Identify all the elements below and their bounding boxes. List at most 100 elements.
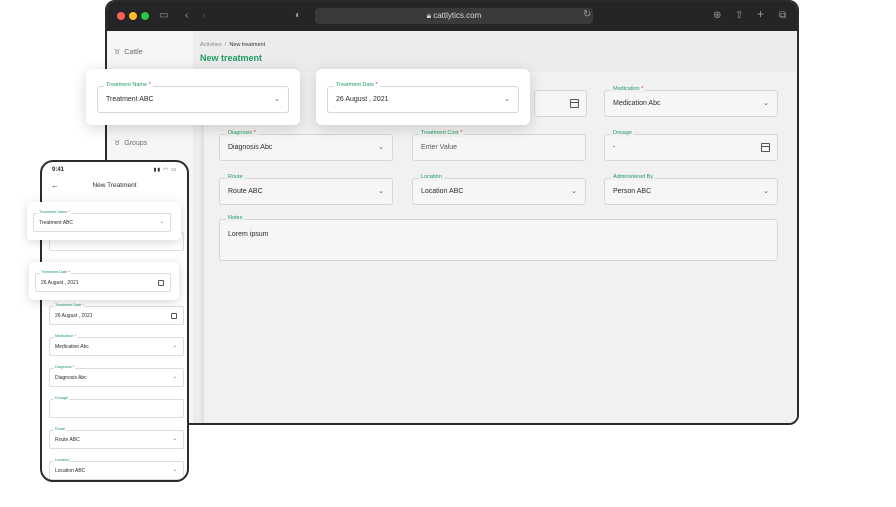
shield-icon[interactable]: ◐ xyxy=(295,10,301,22)
required-marker: * xyxy=(460,130,463,136)
field-label: Treatment Date xyxy=(55,303,82,307)
required-marker: * xyxy=(641,86,644,92)
field-value: Lorem ipsum xyxy=(228,231,269,238)
address-bar[interactable]: 🔒︎ cattlytics.com xyxy=(315,8,593,24)
field-value: Medication Abc xyxy=(55,344,89,350)
treatment-date-select[interactable]: Treatment Date * 26 August , 2021 ⌄ xyxy=(327,82,519,113)
treatment-name-select[interactable]: Treatment Name * Treatment ABC ⌄ xyxy=(97,82,289,113)
required-marker: * xyxy=(74,334,76,338)
sidebar-item-groups[interactable]: ♉︎ Groups xyxy=(114,139,148,148)
tab-overview-icon[interactable]: ⧉ xyxy=(779,10,786,22)
chevron-down-icon: ⌄ xyxy=(763,100,769,107)
breadcrumb-current: New treatment xyxy=(229,42,266,48)
notes-textarea[interactable]: Notes Lorem ipsum xyxy=(219,215,778,261)
required-marker: * xyxy=(72,365,75,369)
calendar-icon xyxy=(171,313,177,319)
required-marker: * xyxy=(68,210,70,214)
browser-window: ▭ ‹ › ◐ 🔒︎ cattlytics.com ↻ ⊕ ⇧ + ⧉ ♉︎ C… xyxy=(105,0,799,425)
field-value: Location ABC xyxy=(55,468,86,474)
zoom-window-button[interactable] xyxy=(141,12,149,20)
route-field[interactable]: Route Route ABC ⌄ xyxy=(219,174,393,205)
minimize-window-button[interactable] xyxy=(129,12,137,20)
mobile-route-field[interactable]: Route Route ABC ⌄ xyxy=(49,427,184,449)
sidebar-toggle-icon[interactable]: ▭ xyxy=(159,10,168,22)
field-label: Administered By xyxy=(611,174,656,181)
required-marker: * xyxy=(253,130,256,136)
field-value: Location ABC xyxy=(421,188,464,195)
breadcrumb-parent[interactable]: Activities xyxy=(200,42,222,48)
field-label: Treatment Date xyxy=(336,82,375,88)
location-field[interactable]: Location Location ABC ⌄ xyxy=(412,174,586,205)
mobile-treatment-date-select[interactable]: Treatment Date * 26 August , 2021 xyxy=(35,270,171,292)
chevron-down-icon: ⌄ xyxy=(159,219,164,225)
field-value: Diagnosis Abc xyxy=(228,144,273,151)
cattle-icon: ♉︎ xyxy=(114,49,121,56)
field-label: Route xyxy=(226,174,245,181)
chevron-down-icon: ⌄ xyxy=(274,96,280,103)
field-label: Location xyxy=(54,458,71,463)
field-value: Treatment ABC xyxy=(39,220,73,226)
sidebar-item-cattle[interactable]: ♉︎ Cattle xyxy=(114,48,143,57)
medication-field[interactable]: Medication * Medication Abc ⌄ xyxy=(604,86,778,117)
url-text: cattlytics.com xyxy=(433,11,482,20)
field-label: Medication xyxy=(613,86,640,92)
sidebar-item-label: Groups xyxy=(124,139,148,147)
mobile-treatment-date-field[interactable]: Treatment Date * 26 August , 2021 xyxy=(49,303,184,325)
field-label: Notes xyxy=(226,215,245,222)
diagnosis-field[interactable]: Diagnosis * Diagnosis Abc ⌄ xyxy=(219,130,393,161)
mobile-diagnosis-field[interactable]: Diagnosis * Diagnosis Abc ⌄ xyxy=(49,365,184,387)
signal-wifi-battery-icon: ▮▮ ◠ ▭ xyxy=(153,167,177,173)
download-icon[interactable]: ⊕ xyxy=(713,10,721,22)
treatment-date-field-bg[interactable] xyxy=(534,90,587,117)
field-label: Diagnosis xyxy=(55,365,72,369)
required-marker: * xyxy=(82,303,84,307)
breadcrumb-separator: / xyxy=(224,42,227,48)
required-marker: * xyxy=(375,82,378,88)
field-value: Treatment ABC xyxy=(106,96,154,103)
calendar-icon xyxy=(158,280,164,286)
groups-icon: ♉︎ xyxy=(114,140,121,147)
chevron-down-icon: ⌄ xyxy=(172,374,177,380)
calendar-icon xyxy=(570,99,579,108)
calendar-icon xyxy=(761,143,770,152)
field-label: Dosage xyxy=(611,130,634,137)
field-value: Diagnosis Abc xyxy=(55,375,87,381)
sidebar-item-label: Cattle xyxy=(124,48,143,56)
dosage-field[interactable]: Dosage - xyxy=(604,130,778,161)
mobile-treatment-name-select[interactable]: Treatment Name * Treatment ABC ⌄ xyxy=(33,210,171,232)
close-window-button[interactable] xyxy=(117,12,125,20)
mobile-dosage-field[interactable]: Dosage xyxy=(49,396,184,418)
browser-toolbar: ▭ ‹ › ◐ 🔒︎ cattlytics.com ↻ ⊕ ⇧ + ⧉ xyxy=(107,2,797,31)
status-time: 9:41 xyxy=(52,167,65,173)
mobile-treatment-date-card: Treatment Date * 26 August , 2021 xyxy=(29,262,179,300)
lock-icon: 🔒︎ xyxy=(426,11,431,20)
share-icon[interactable]: ⇧ xyxy=(735,10,743,22)
reload-icon[interactable]: ↻ xyxy=(583,9,591,21)
administered-by-field[interactable]: Administered By Person ABC ⌄ xyxy=(604,174,778,205)
chevron-down-icon: ⌄ xyxy=(571,188,577,195)
field-label: Diagnosis xyxy=(228,130,253,136)
field-value: Route ABC xyxy=(228,188,263,195)
breadcrumb: Activities / New treatment xyxy=(200,42,265,48)
field-label: Treatment Cost xyxy=(421,130,459,136)
back-icon[interactable]: ‹ xyxy=(185,10,188,22)
required-marker: * xyxy=(68,270,70,274)
field-value: 26 August , 2021 xyxy=(55,313,93,319)
chevron-down-icon: ⌄ xyxy=(172,436,177,442)
field-value: 26 August , 2021 xyxy=(336,96,389,103)
field-label: Route xyxy=(54,427,67,432)
field-value: Person ABC xyxy=(613,188,652,195)
mobile-medication-field[interactable]: Medication * Medication Abc ⌄ xyxy=(49,334,184,356)
chevron-down-icon: ⌄ xyxy=(378,144,384,151)
chevron-down-icon: ⌄ xyxy=(763,188,769,195)
field-label: Treatment Date xyxy=(41,270,68,274)
new-tab-icon[interactable]: + xyxy=(757,8,764,20)
field-label: Dosage xyxy=(54,396,70,401)
chevron-down-icon: ⌄ xyxy=(504,96,510,103)
treatment-cost-input[interactable]: Treatment Cost * Enter Value xyxy=(412,130,586,161)
treatment-date-card: Treatment Date * 26 August , 2021 ⌄ xyxy=(316,69,530,125)
page-header: Activities / New treatment New treatment xyxy=(200,42,265,63)
mobile-location-field[interactable]: Location Location ABC ⌄ xyxy=(49,458,184,480)
forward-icon[interactable]: › xyxy=(202,10,205,22)
field-label: Treatment Name xyxy=(106,82,148,88)
